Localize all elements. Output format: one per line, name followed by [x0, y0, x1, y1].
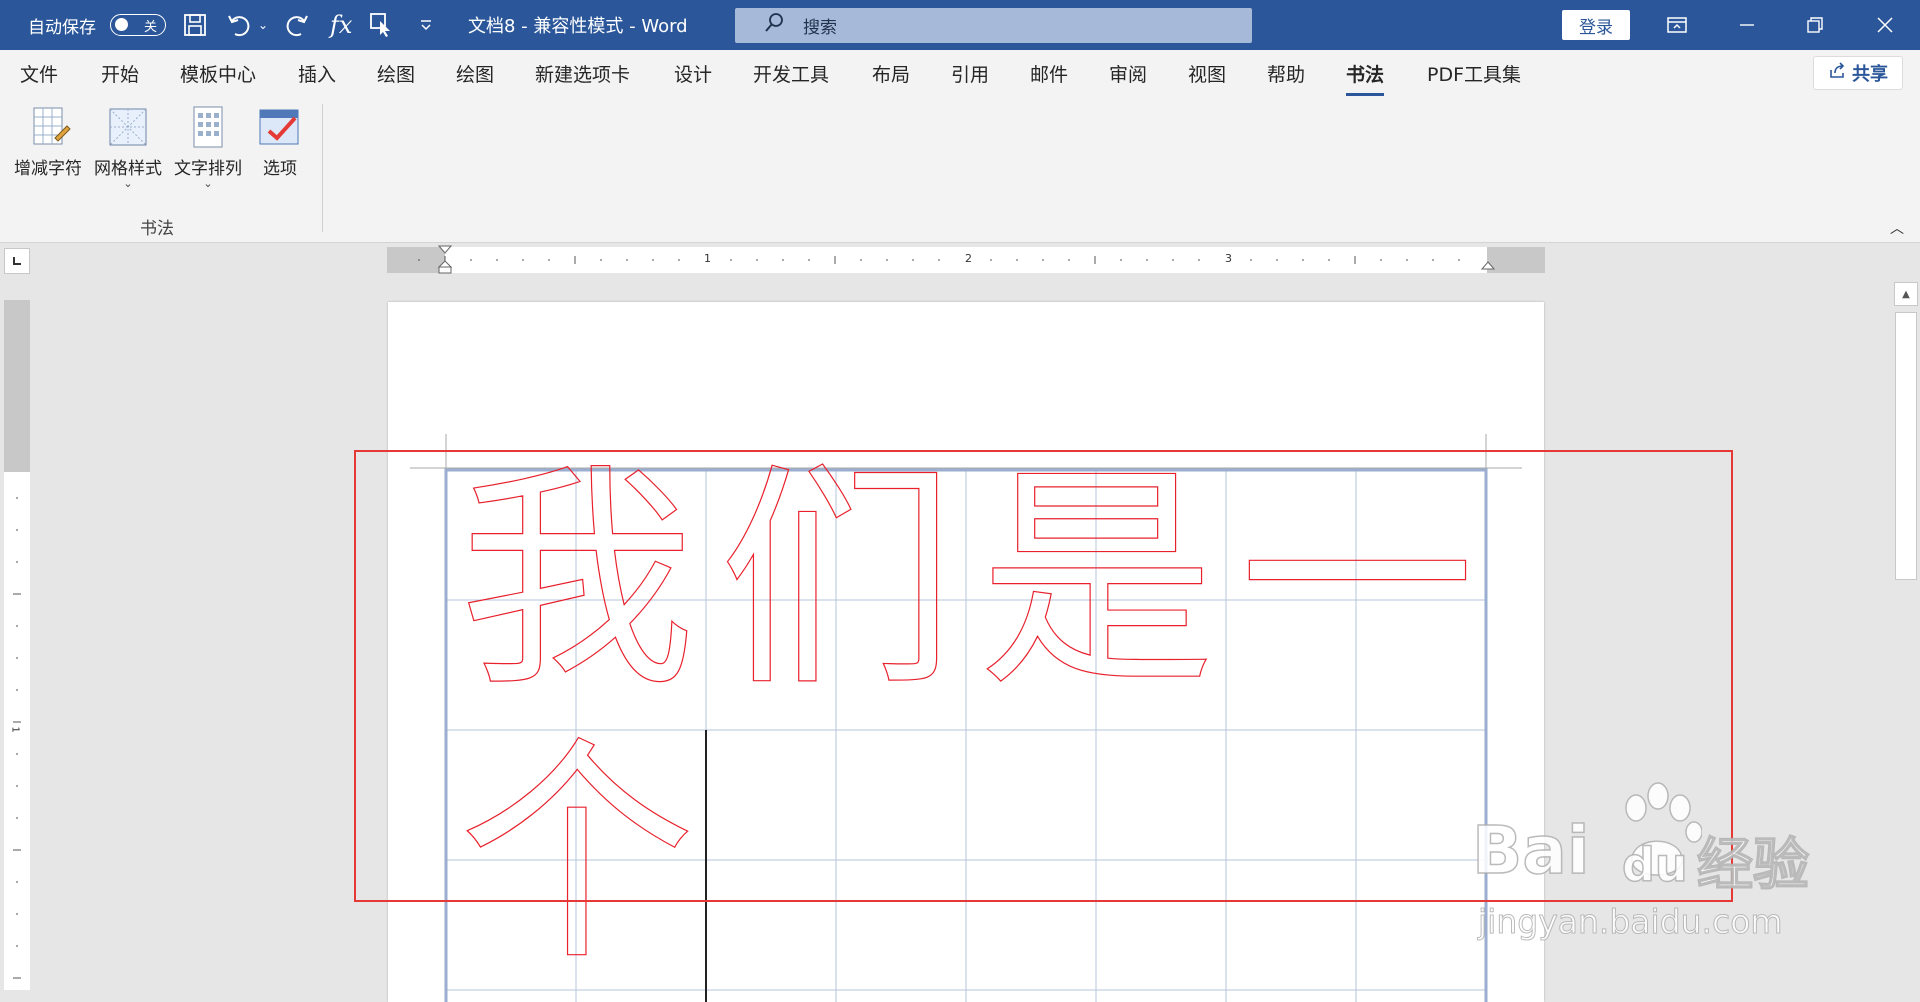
tab-layout[interactable]: 布局	[872, 60, 910, 87]
tab-home[interactable]: 开始	[101, 60, 139, 87]
title-bar: 自动保存 关 ⌄ fx 文档8 - 兼容性模式 - Word 搜索 登录	[0, 0, 1920, 50]
autosave-toggle[interactable]: 关	[110, 0, 166, 50]
tab-view[interactable]: 视图	[1188, 60, 1226, 87]
document-title: 文档8 - 兼容性模式 - Word	[468, 16, 688, 37]
tab-calligraphy[interactable]: 书法	[1346, 60, 1385, 96]
text-arrange-button[interactable]: 文字排列 ⌄	[174, 104, 242, 190]
search-placeholder: 搜索	[803, 18, 837, 38]
group-separator	[322, 104, 323, 232]
ribbon-display-options-icon[interactable]	[1666, 0, 1688, 50]
tab-help[interactable]: 帮助	[1267, 60, 1305, 87]
ruler-number: 2	[965, 252, 972, 265]
collapse-ribbon-icon[interactable]: ︿	[1890, 218, 1904, 238]
tab-new-tab[interactable]: 新建选项卡	[535, 60, 630, 87]
search-box[interactable]: 搜索	[735, 8, 1252, 43]
text-arrange-icon	[193, 106, 223, 148]
tab-template-center[interactable]: 模板中心	[180, 60, 256, 87]
share-button[interactable]: 共享	[1813, 56, 1903, 90]
ruler-number: 1	[9, 726, 21, 733]
add-remove-chars-button[interactable]: 增减字符	[14, 104, 82, 179]
vertical-scrollbar[interactable]: ▲	[1892, 280, 1920, 988]
tab-mailings[interactable]: 邮件	[1030, 60, 1068, 87]
highlight-box	[354, 450, 1733, 902]
redo-icon[interactable]	[282, 0, 310, 50]
scroll-up-icon[interactable]: ▲	[1894, 282, 1918, 306]
minimize-icon[interactable]	[1738, 0, 1756, 50]
tab-file[interactable]: 文件	[20, 60, 58, 87]
scroll-thumb[interactable]	[1895, 312, 1917, 580]
search-icon	[763, 12, 785, 39]
restore-icon[interactable]	[1806, 0, 1824, 50]
add-remove-chars-label: 增减字符	[14, 159, 82, 179]
ruler-number: 3	[1225, 252, 1232, 265]
indent-markers[interactable]	[438, 245, 452, 275]
tab-pdf-tools[interactable]: PDF工具集	[1427, 60, 1521, 87]
tab-references[interactable]: 引用	[951, 60, 989, 87]
right-indent-marker[interactable]	[1481, 259, 1495, 273]
chevron-down-icon: ⌄	[203, 177, 213, 190]
touch-mode-icon[interactable]	[368, 0, 396, 50]
vertical-ruler[interactable]: 1	[4, 300, 30, 990]
close-icon[interactable]	[1876, 0, 1894, 50]
tab-insert[interactable]: 插入	[298, 60, 336, 87]
tab-draw-2[interactable]: 绘图	[456, 60, 494, 87]
tab-draw-1[interactable]: 绘图	[377, 60, 415, 87]
options-icon	[259, 109, 299, 145]
undo-dropdown-icon[interactable]: ⌄	[258, 0, 268, 50]
share-label: 共享	[1852, 64, 1888, 85]
tab-design[interactable]: 设计	[674, 60, 712, 87]
options-button[interactable]: 选项	[257, 104, 303, 179]
grid-style-label: 网格样式	[94, 159, 162, 179]
horizontal-ruler[interactable]: 1 2 3	[387, 245, 1545, 275]
save-icon[interactable]	[182, 0, 208, 50]
customize-qat-icon[interactable]	[418, 0, 434, 50]
undo-icon[interactable]	[226, 0, 254, 50]
ribbon-tabs: 文件 开始 模板中心 插入 绘图 绘图 新建选项卡 设计 开发工具 布局 引用 …	[0, 50, 1920, 96]
tab-selector[interactable]	[4, 248, 30, 274]
login-button[interactable]: 登录	[1562, 10, 1630, 40]
tab-review[interactable]: 审阅	[1109, 60, 1147, 87]
ribbon-calligraphy: 增减字符 网格样式 ⌄ 文字排列 ⌄ 选项 书法 ︿	[0, 96, 1920, 243]
share-icon	[1828, 61, 1846, 85]
autosave-label: 自动保存	[28, 17, 96, 38]
chevron-down-icon: ⌄	[123, 177, 133, 190]
text-arrange-label: 文字排列	[174, 159, 242, 179]
autosave-state: 关	[143, 20, 157, 35]
options-label: 选项	[263, 159, 297, 179]
ruler-number: 1	[704, 252, 711, 265]
group-label-calligraphy: 书法	[140, 219, 174, 239]
add-remove-chars-icon	[33, 107, 71, 145]
function-icon[interactable]: fx	[330, 0, 352, 50]
tab-developer[interactable]: 开发工具	[753, 60, 829, 87]
grid-style-icon	[109, 108, 147, 146]
grid-style-button[interactable]: 网格样式 ⌄	[94, 104, 162, 190]
